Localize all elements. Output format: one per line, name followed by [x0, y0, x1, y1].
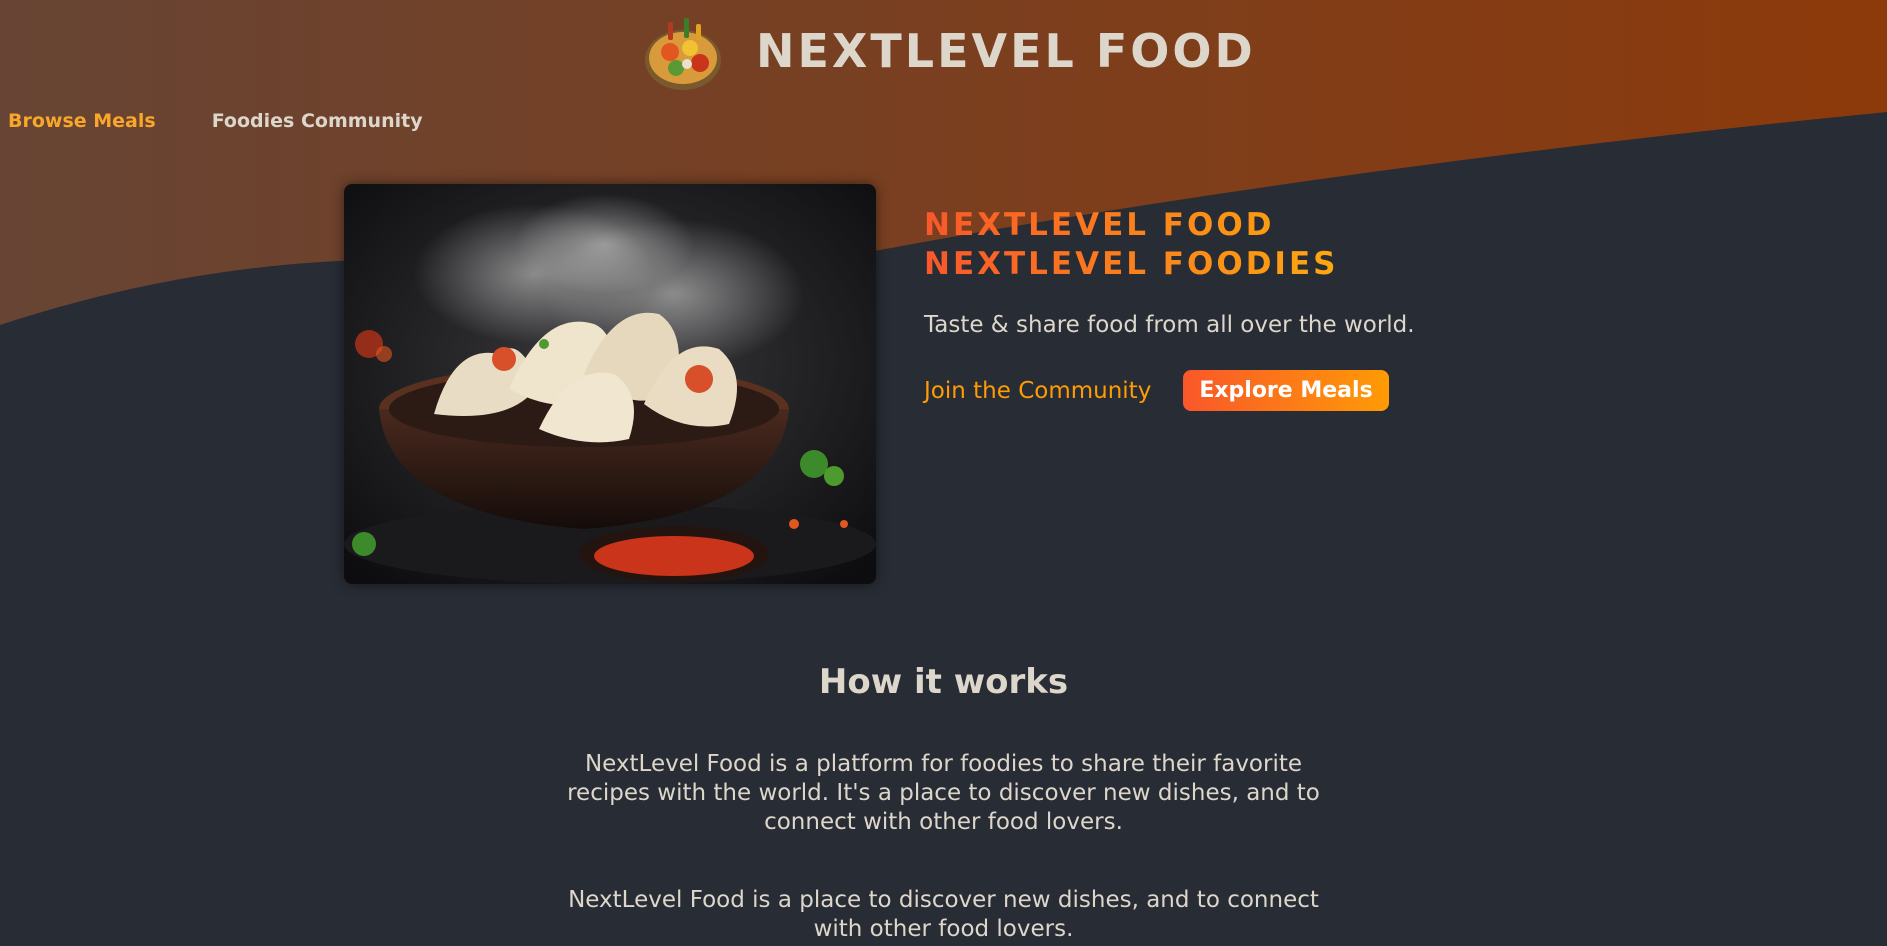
brand-name: NextLevel Food — [756, 24, 1256, 78]
how-it-works-section: How it works NextLevel Food is a platfor… — [0, 662, 1887, 944]
hero-title: NextLevel Food NextLevel Foodies — [924, 206, 1504, 284]
dumplings-image — [344, 184, 876, 584]
food-plate-logo-icon — [645, 18, 721, 90]
main-nav: Browse Meals Foodies Community — [8, 110, 423, 132]
hero-subtitle: Taste & share food from all over the wor… — [924, 312, 1415, 338]
hero-section: NextLevel Food NextLevel Foodies Taste &… — [344, 184, 1504, 584]
how-it-works-heading: How it works — [818, 662, 1069, 702]
nav-link-browse-meals[interactable]: Browse Meals — [8, 110, 156, 132]
main-header: NextLevel Food Browse Meals Foodies Comm… — [0, 0, 1887, 160]
how-it-works-paragraph-2: NextLevel Food is a place to discover ne… — [568, 887, 1319, 942]
hero-image — [344, 184, 876, 584]
nav-link-foodies-community[interactable]: Foodies Community — [212, 110, 423, 132]
explore-meals-button[interactable]: Explore Meals — [1183, 370, 1389, 411]
hero-text: NextLevel Food NextLevel Foodies Taste &… — [924, 184, 1504, 584]
hero-cta-group: Join the Community Explore Meals — [924, 370, 1504, 411]
join-community-link[interactable]: Join the Community — [924, 378, 1151, 404]
how-it-works-paragraph-1: NextLevel Food is a platform for foodies… — [567, 751, 1320, 835]
brand-logo-link[interactable]: NextLevel Food — [640, 8, 1256, 94]
